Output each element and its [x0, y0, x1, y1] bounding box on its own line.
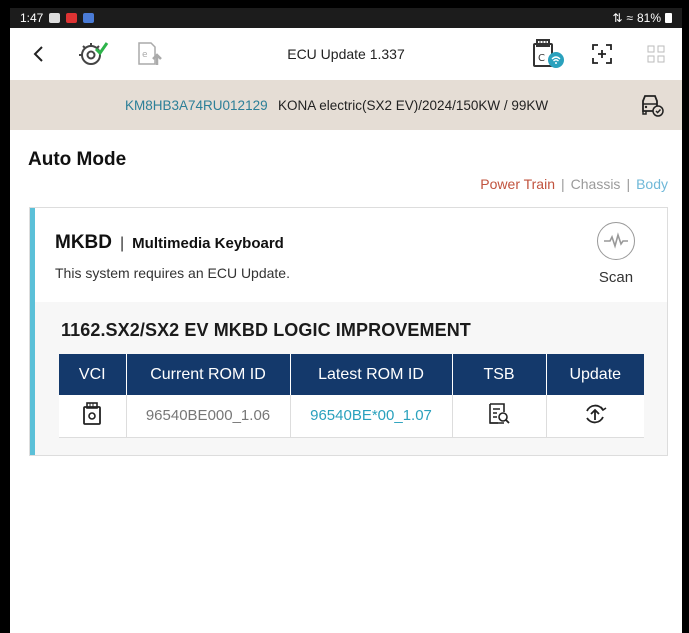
category-power-train[interactable]: Power Train [480, 176, 555, 192]
system-header: MKBD | Multimedia Keyboard [55, 232, 284, 254]
system-card: MKBD | Multimedia Keyboard This system r… [29, 207, 668, 456]
vehicle-settings-button[interactable] [638, 92, 664, 121]
vin-number: KM8HB3A74RU012129 [125, 97, 268, 113]
scan-label: Scan [598, 269, 634, 286]
category-chassis[interactable]: Chassis [571, 176, 621, 192]
update-cell [546, 395, 644, 438]
rom-table: VCI Current ROM ID Latest ROM ID TSB Upd… [59, 354, 644, 438]
wifi-icon: ≈ [626, 11, 633, 25]
current-rom-id: 96540BE000_1.06 [126, 395, 291, 438]
pulse-icon [604, 232, 628, 249]
battery-percent: 81% [636, 11, 661, 25]
car-settings-icon [642, 95, 664, 117]
scan-button[interactable]: Scan [590, 222, 642, 298]
system-code: MKBD [55, 232, 112, 253]
signal-icon: ⇅ [612, 11, 623, 25]
scan-icon-circle [597, 222, 635, 260]
expand-icon [592, 44, 612, 64]
gear-check-icon [79, 42, 109, 65]
column-header-vci: VCI [59, 354, 127, 395]
update-title: 1162.SX2/SX2 EV MKBD LOGIC IMPROVEMENT [61, 320, 471, 340]
vci-cell [59, 395, 127, 438]
column-header-tsb: TSB [452, 354, 547, 395]
vehicle-info-bar: KM8HB3A74RU012129 KONA electric(SX2 EV)/… [10, 80, 682, 130]
vci-wifi-icon: C [533, 39, 564, 68]
vci-connection-button[interactable]: C [530, 38, 566, 70]
ecu-upload-button[interactable]: e [134, 38, 166, 70]
page-title: ECU Update 1.337 [287, 46, 405, 62]
column-header-current-rom: Current ROM ID [126, 354, 291, 395]
toolbar: ECU Update 1.337 e C [10, 28, 682, 80]
ecu-upload-icon: e [138, 42, 162, 65]
category-separator: | [561, 176, 565, 192]
diagnosis-button[interactable] [76, 38, 110, 70]
calendar-icon [83, 13, 95, 23]
app-window: 1:47 ⇅ ≈ 81% ECU Update 1.337 e C KM8HB3… [10, 8, 682, 633]
vehicle-model: KONA electric(SX2 EV)/2024/150KW / 99KW [278, 97, 549, 113]
battery-icon [665, 13, 672, 23]
status-time: 1:47 [20, 11, 44, 25]
system-separator: | [120, 235, 125, 252]
fullscreen-button[interactable] [588, 38, 616, 70]
table-row: 96540BE000_1.06 96540BE*00_1.07 [59, 395, 644, 438]
back-button[interactable] [28, 38, 50, 70]
gallery-icon [49, 13, 61, 23]
mode-title: Auto Mode [28, 149, 127, 170]
svg-text:e: e [142, 50, 148, 60]
chevron-left-icon [33, 46, 43, 62]
news-icon [66, 13, 78, 23]
grid-icon [647, 45, 665, 63]
svg-text:C: C [538, 53, 545, 64]
vci-icon [82, 401, 102, 426]
column-header-update: Update [546, 354, 644, 395]
system-message: This system requires an ECU Update. [55, 265, 290, 281]
system-name: Multimedia Keyboard [132, 235, 284, 252]
upload-circle-icon [586, 404, 607, 424]
update-button[interactable] [582, 401, 608, 427]
table-header-row: VCI Current ROM ID Latest ROM ID TSB Upd… [59, 354, 644, 395]
tsb-button[interactable] [487, 402, 511, 426]
category-body[interactable]: Body [636, 176, 668, 192]
grid-button[interactable] [644, 38, 668, 70]
update-panel: 1162.SX2/SX2 EV MKBD LOGIC IMPROVEMENT V… [35, 302, 667, 455]
latest-rom-id: 96540BE*00_1.07 [290, 395, 453, 438]
category-filter: Power Train | Chassis | Body [480, 176, 668, 192]
status-bar: 1:47 ⇅ ≈ 81% [10, 8, 682, 28]
document-search-icon [489, 402, 510, 424]
tsb-cell [452, 395, 547, 438]
column-header-latest-rom: Latest ROM ID [290, 354, 453, 395]
category-separator: | [626, 176, 631, 192]
